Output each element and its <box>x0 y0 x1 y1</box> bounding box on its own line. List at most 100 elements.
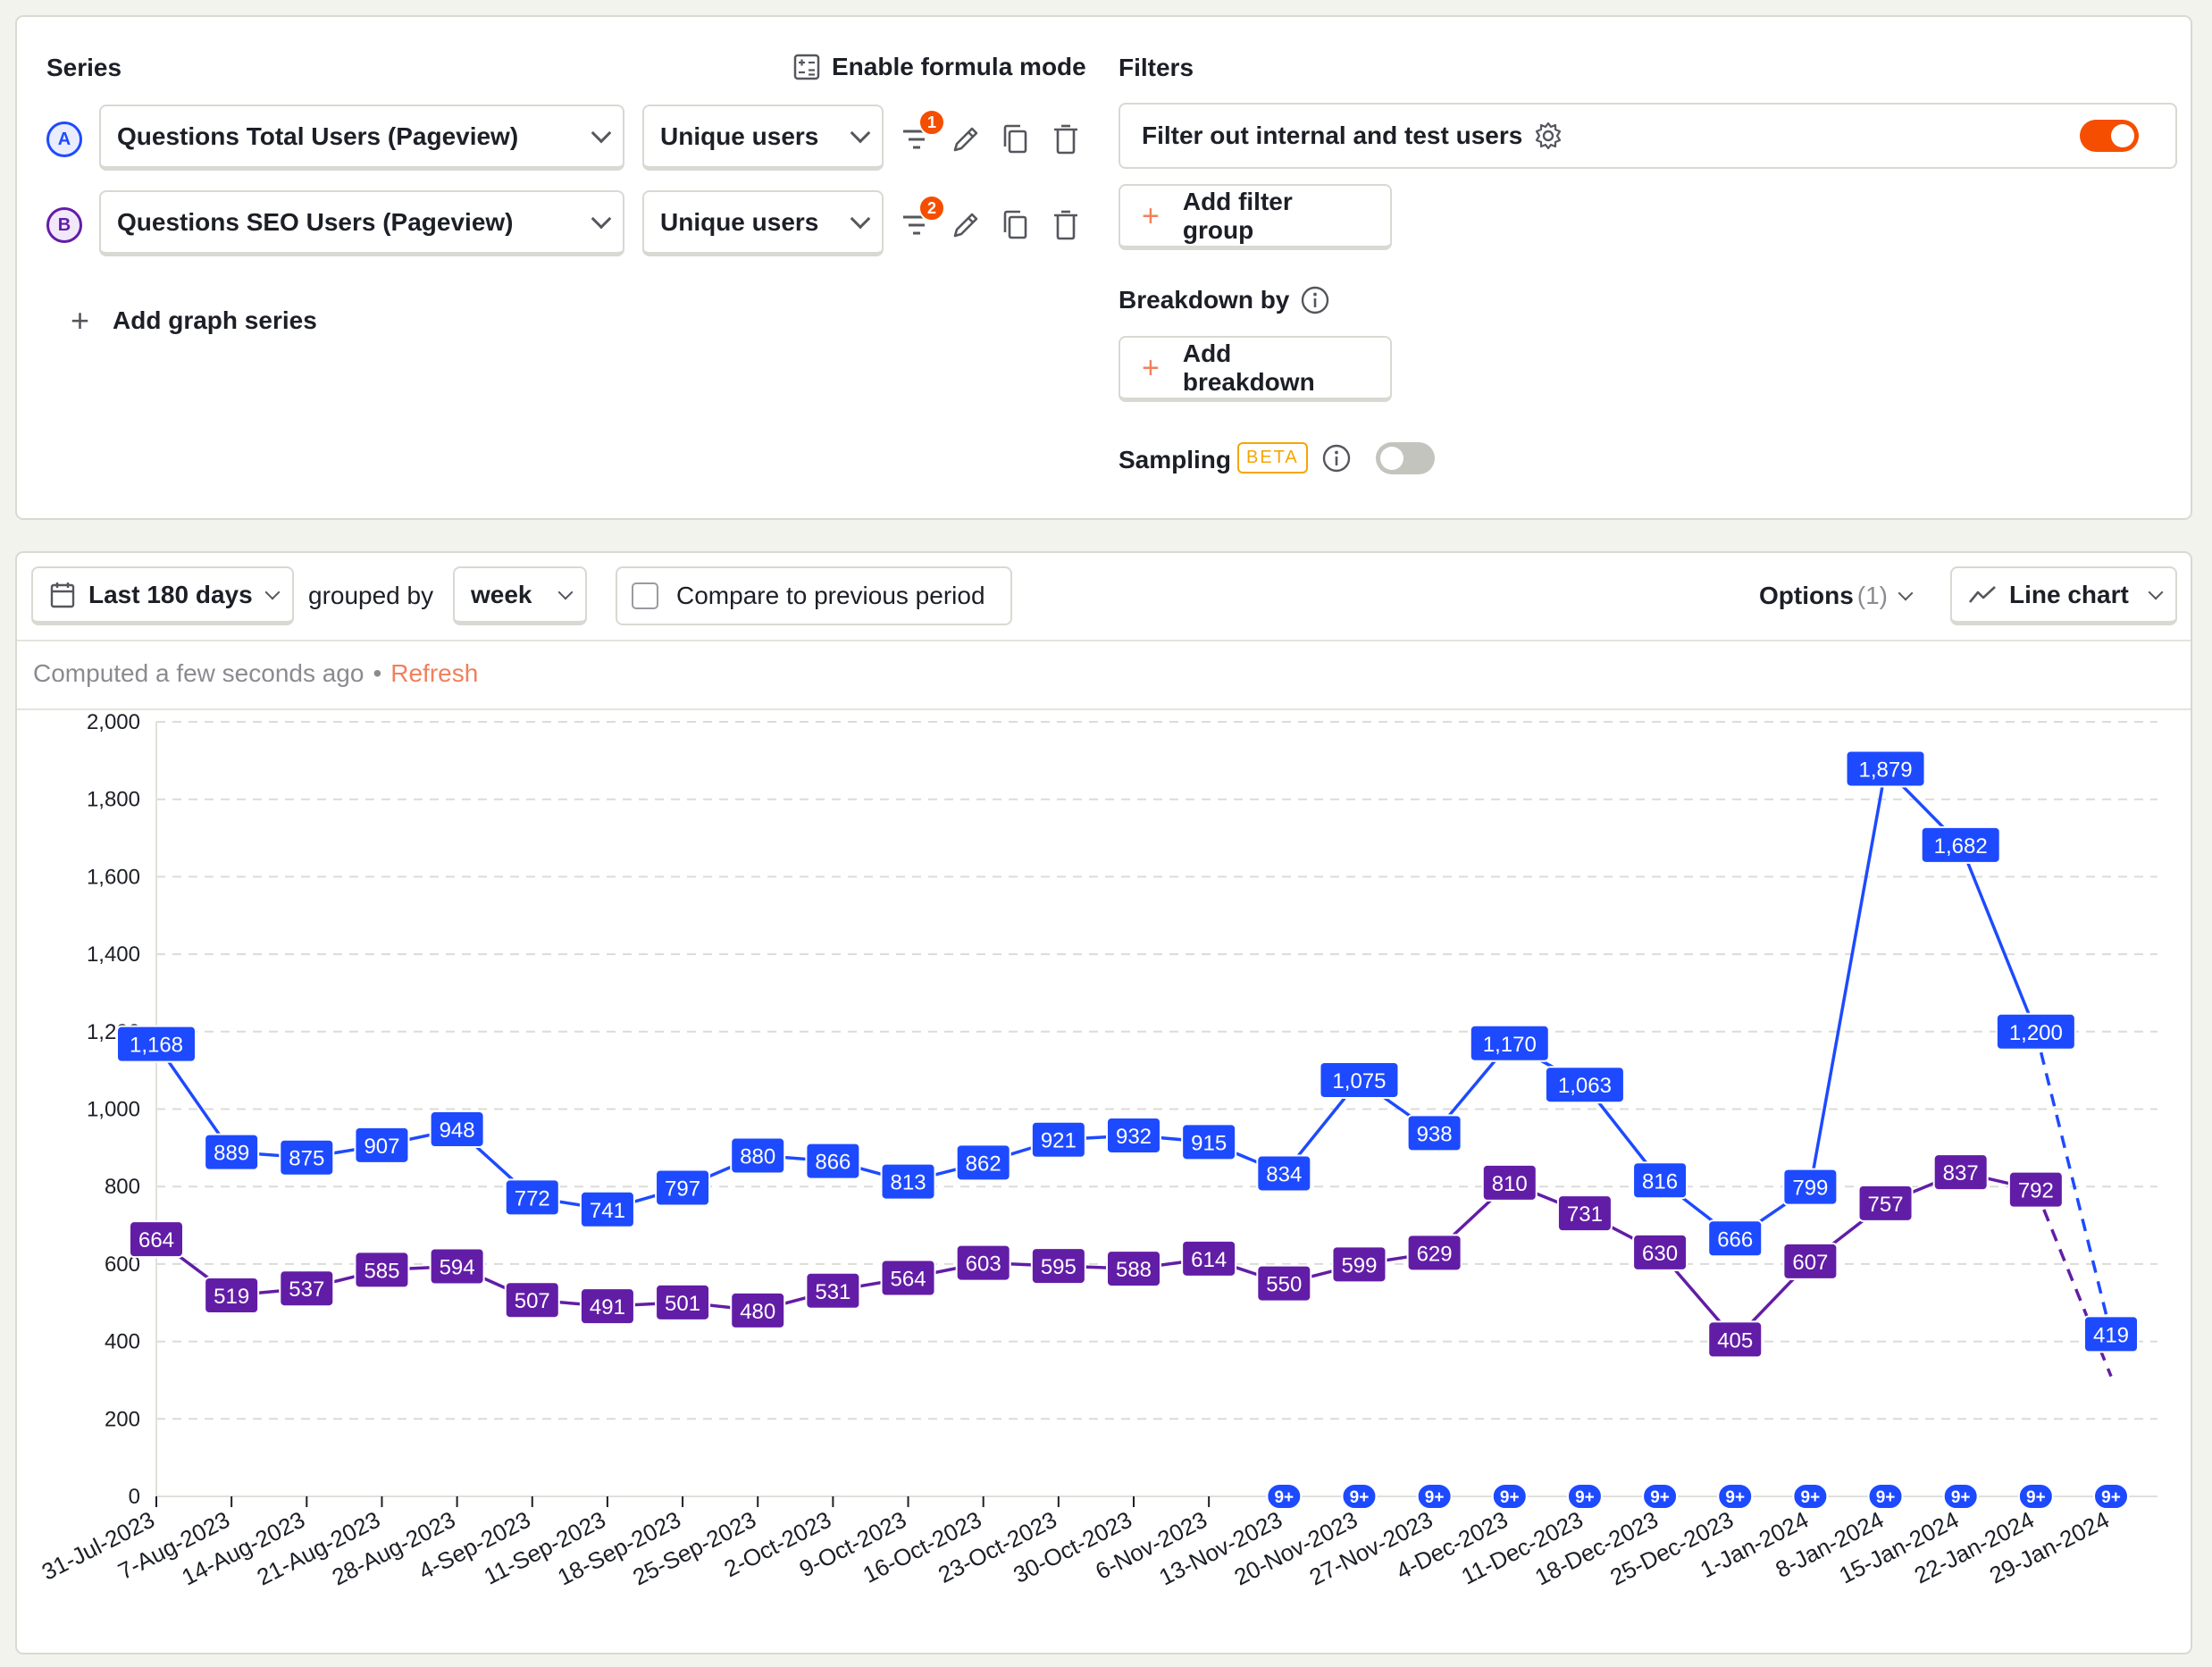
annotation-marker[interactable]: 9+ <box>1867 1483 1904 1510</box>
chevron-down-icon <box>264 584 281 599</box>
data-label: 480 <box>730 1291 786 1329</box>
add-graph-series-button[interactable]: + Add graph series <box>71 305 317 337</box>
annotation-marker[interactable]: 9+ <box>2093 1483 2129 1510</box>
data-label-text: 531 <box>815 1280 850 1304</box>
data-label-text: 480 <box>740 1300 775 1324</box>
data-label: 757 <box>1857 1184 1914 1222</box>
data-label: 797 <box>655 1169 711 1207</box>
chevron-down-icon <box>850 122 871 143</box>
data-label: 772 <box>504 1178 560 1217</box>
y-tick-label: 400 <box>105 1330 140 1354</box>
chevron-down-icon <box>850 208 871 229</box>
series-a-event-label: Questions Total Users (Pageview) <box>117 121 519 150</box>
annotation-marker[interactable]: 9+ <box>1792 1483 1829 1510</box>
info-icon[interactable] <box>1321 443 1352 473</box>
data-label-text: 664 <box>138 1228 174 1252</box>
date-range-select[interactable]: Last 180 days <box>31 566 294 625</box>
chevron-down-icon <box>557 584 574 599</box>
series-a-filter-button[interactable]: 1 <box>897 109 945 159</box>
toggle-knob <box>2111 124 2134 147</box>
series-a-math-select[interactable]: Unique users <box>642 105 884 171</box>
data-label-text: 948 <box>440 1118 475 1143</box>
series-a-duplicate-button[interactable] <box>996 120 1035 159</box>
options-button[interactable]: Options (1) <box>1759 582 1914 610</box>
series-b-math-select[interactable]: Unique users <box>642 190 884 256</box>
add-breakdown-button[interactable]: + Add breakdown <box>1119 336 1392 402</box>
options-count: (1) <box>1856 582 1888 609</box>
formula-mode-button[interactable]: Enable formula mode <box>792 53 1086 81</box>
computed-label: Computed a few seconds ago <box>33 659 364 687</box>
refresh-link[interactable]: Refresh <box>390 659 478 688</box>
data-label: 889 <box>204 1133 260 1171</box>
data-label: 792 <box>2007 1170 2064 1209</box>
annotation-marker[interactable]: 9+ <box>1642 1483 1679 1510</box>
data-label-text: 932 <box>1116 1125 1152 1149</box>
options-label: Options <box>1759 582 1854 609</box>
y-tick-label: 2,000 <box>87 710 140 734</box>
annotation-count: 9+ <box>1876 1488 1896 1507</box>
data-label: 837 <box>1932 1153 1989 1192</box>
series-a-event-select[interactable]: Questions Total Users (Pageview) <box>99 105 624 171</box>
annotation-marker[interactable]: 9+ <box>1341 1483 1378 1510</box>
data-label: 907 <box>354 1126 410 1164</box>
annotation-marker[interactable]: 9+ <box>1566 1483 1603 1510</box>
data-label: 799 <box>1782 1168 1839 1206</box>
data-label-text: 537 <box>289 1277 324 1302</box>
compare-checkbox[interactable] <box>632 582 658 609</box>
data-label: 834 <box>1256 1154 1312 1193</box>
chevron-down-icon <box>591 208 612 229</box>
series-b-delete-button[interactable] <box>1046 205 1085 245</box>
data-label-text: 731 <box>1567 1202 1603 1227</box>
annotation-marker[interactable]: 9+ <box>1416 1483 1453 1510</box>
internal-users-toggle[interactable] <box>2080 120 2139 152</box>
data-label-text: 834 <box>1266 1162 1302 1186</box>
interval-select[interactable]: week <box>453 566 587 625</box>
data-label: 1,063 <box>1544 1066 1625 1104</box>
data-label-text: 607 <box>1792 1251 1828 1275</box>
annotation-count: 9+ <box>2026 1488 2046 1507</box>
interval-label: week <box>471 580 532 608</box>
annotation-marker[interactable]: 9+ <box>1717 1483 1754 1510</box>
series-a-rename-button[interactable] <box>946 120 985 159</box>
sampling-toggle[interactable] <box>1376 442 1435 474</box>
annotation-marker[interactable]: 9+ <box>1942 1483 1979 1510</box>
compare-previous-toggle[interactable]: Compare to previous period <box>616 566 1012 625</box>
data-label-text: 772 <box>515 1186 550 1210</box>
data-label: 1,879 <box>1845 750 1926 788</box>
data-label-text: 501 <box>665 1292 700 1316</box>
annotation-marker[interactable]: 9+ <box>2017 1483 2054 1510</box>
gear-icon[interactable] <box>1533 121 1563 151</box>
data-label-text: 741 <box>590 1199 625 1223</box>
series-b-duplicate-button[interactable] <box>996 205 1035 245</box>
line-chart-icon <box>1968 584 1997 606</box>
add-filter-group-button[interactable]: + Add filter group <box>1119 184 1392 250</box>
data-label: 595 <box>1030 1247 1086 1286</box>
series-b-filter-button[interactable]: 2 <box>897 195 945 245</box>
formula-mode-label: Enable formula mode <box>832 53 1086 80</box>
data-label: 866 <box>805 1142 861 1180</box>
y-tick-label: 1,800 <box>87 788 140 812</box>
data-label: 1,168 <box>116 1025 197 1063</box>
series-b-event-select[interactable]: Questions SEO Users (Pageview) <box>99 190 624 256</box>
data-label: 630 <box>1632 1233 1688 1271</box>
data-label-text: 862 <box>966 1152 1001 1176</box>
annotation-count: 9+ <box>1801 1488 1821 1507</box>
annotation-count: 9+ <box>1500 1488 1520 1507</box>
data-label-text: 1,682 <box>1934 834 1988 859</box>
pencil-icon <box>953 127 978 152</box>
data-label-text: 837 <box>1943 1161 1979 1185</box>
series-a-delete-button[interactable] <box>1046 120 1085 159</box>
calculator-icon <box>792 53 821 81</box>
series-b-rename-button[interactable] <box>946 205 985 245</box>
filter-count-badge: 2 <box>918 195 945 222</box>
series-a-math-label: Unique users <box>660 121 819 150</box>
toggle-knob <box>1380 447 1403 470</box>
data-label: 664 <box>129 1220 184 1259</box>
info-icon[interactable] <box>1300 285 1330 315</box>
beta-badge: BETA <box>1237 442 1308 473</box>
chart-type-select[interactable]: Line chart <box>1950 566 2177 625</box>
filter-count-badge: 1 <box>918 109 945 136</box>
annotation-marker[interactable]: 9+ <box>1266 1483 1303 1510</box>
y-tick-label: 800 <box>105 1175 140 1199</box>
annotation-marker[interactable]: 9+ <box>1491 1483 1528 1510</box>
